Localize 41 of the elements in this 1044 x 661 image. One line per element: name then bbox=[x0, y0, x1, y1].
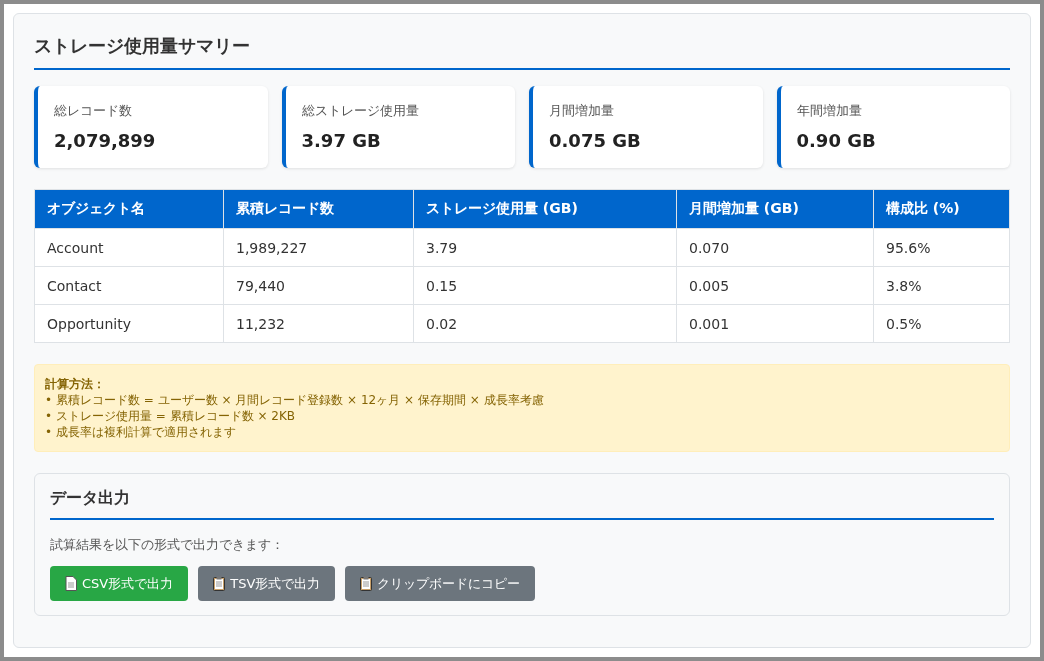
table-cell: 95.6% bbox=[873, 228, 1010, 267]
table-cell: 79,440 bbox=[223, 266, 414, 305]
column-header: 月間増加量 (GB) bbox=[676, 189, 874, 229]
table-cell: 0.5% bbox=[873, 304, 1010, 343]
stat-value: 0.075 GB bbox=[549, 130, 642, 151]
table-cell: 0.005 bbox=[676, 266, 874, 305]
note-line: • 累積レコード数 = ユーザー数 × 月間レコード登録数 × 12ヶ月 × 保存期間 × 成長率考慮 bbox=[45, 392, 545, 408]
table-cell: 0.15 bbox=[413, 266, 677, 305]
table-cell: Contact bbox=[34, 266, 224, 305]
column-header: 累積レコード数 bbox=[223, 189, 414, 229]
export-description: 試算結果を以下の形式で出力できます： bbox=[50, 536, 285, 554]
table-cell: 11,232 bbox=[223, 304, 414, 343]
document-icon bbox=[65, 576, 77, 591]
clipboard-icon bbox=[213, 576, 226, 591]
export-title: データ出力 bbox=[50, 488, 994, 520]
column-header: 構成比 (%) bbox=[873, 189, 1010, 229]
stat-value: 2,079,899 bbox=[54, 130, 157, 151]
table-cell: 3.79 bbox=[413, 228, 677, 267]
table-cell: Opportunity bbox=[34, 304, 224, 343]
section-title: ストレージ使用量サマリー bbox=[34, 34, 1010, 70]
column-header: オブジェクト名 bbox=[34, 189, 224, 229]
table-cell: 3.8% bbox=[873, 266, 1010, 305]
table-cell: 0.001 bbox=[676, 304, 874, 343]
clipboard-icon bbox=[360, 576, 373, 591]
table-cell: Account bbox=[34, 228, 224, 267]
stat-value: 0.90 GB bbox=[796, 130, 877, 151]
stat-label: 総レコード数 bbox=[54, 102, 133, 120]
table-cell: 0.02 bbox=[413, 304, 677, 343]
table-cell: 1,989,227 bbox=[223, 228, 414, 267]
export-button[interactable]: TSV形式で出力 bbox=[198, 566, 336, 601]
stat-value: 3.97 GB bbox=[301, 130, 382, 151]
stat-label: 年間増加量 bbox=[796, 102, 863, 120]
note-line: • ストレージ使用量 = 累積レコード数 × 2KB bbox=[45, 408, 296, 424]
stat-label: 月間増加量 bbox=[549, 102, 615, 120]
export-button[interactable]: CSV形式で出力 bbox=[50, 566, 189, 601]
note-line: • 成長率は複利計算で適用されます bbox=[45, 424, 237, 440]
export-button[interactable]: クリップボードにコピー bbox=[345, 566, 536, 601]
stat-label: 総ストレージ使用量 bbox=[301, 102, 420, 120]
column-header: ストレージ使用量 (GB) bbox=[413, 189, 677, 229]
table-cell: 0.070 bbox=[676, 228, 874, 267]
note-heading: 計算方法： bbox=[45, 376, 106, 392]
